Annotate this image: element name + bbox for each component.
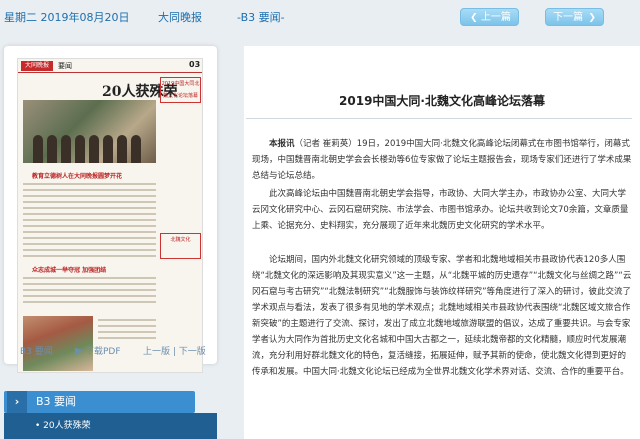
divider <box>246 118 632 119</box>
thumbnail-page-number: 03 <box>189 60 201 69</box>
section-article-link[interactable]: • 20人获殊荣 <box>35 418 91 431</box>
thumbnail-sidebar: 2019中国大同北魏文化论坛落幕 北魏文化 <box>160 77 201 365</box>
prev-article-label: 上一篇 <box>480 12 511 23</box>
paper-name: 大同晚报 <box>158 11 202 24</box>
download-pdf-label: 下载PDF <box>85 347 121 357</box>
chevron-left-icon: ❮ <box>470 13 478 23</box>
article-title: 2019中国大同·北魏文化高峰论坛落幕 <box>339 94 545 108</box>
thumbnail-red-heading: 众志成城一举夺冠 加强团结 <box>32 267 107 274</box>
newspaper-page-thumbnail[interactable]: 大同晚报 要闻 03 20人获殊荣 2019中国大同北魏文化论坛落幕 北魏文化 … <box>17 58 203 373</box>
thumbnail-sidebar-tag: 2019中国大同北魏文化论坛落幕 <box>160 77 201 103</box>
thumbnail-red-heading: 教育立德树人在大同晚报圆梦开花 <box>32 173 123 180</box>
thumbnail-photo-group <box>23 100 156 163</box>
page-nav-links[interactable]: 上一版 | 下一版 <box>143 344 206 357</box>
thumbnail-page-type: 要闻 <box>58 62 72 70</box>
chevron-right-icon: › <box>7 391 27 413</box>
article-paragraph: 本报讯（记者 崔莉英）19日，2019中国大同·北魏文化高峰论坛闭幕式在市图书馆… <box>252 136 632 184</box>
section-panel: › B3 要闻 • 20人获殊荣 <box>4 391 217 439</box>
article-paragraph-text: （记者 崔莉英）19日，2019中国大同·北魏文化高峰论坛闭幕式在市图书馆举行，… <box>252 139 632 181</box>
section-article-list: • 20人获殊荣 <box>4 413 217 439</box>
prev-article-button[interactable]: ❮ 上一篇 <box>460 8 519 26</box>
article-paragraph: 此次高峰论坛由中国魏晋南北朝史学会指导，市政协、大同大学主办，市政协办公室、大同… <box>252 189 629 231</box>
download-pdf-button[interactable]: 下载PDF <box>75 344 121 357</box>
newspaper-logo: 大同晚报 <box>21 61 53 71</box>
current-page-link[interactable]: B3 要闻 <box>20 344 53 357</box>
page-tools: B3 要闻 下载PDF 上一版 | 下一版 <box>4 342 217 364</box>
issue-date: 星期二 2019年08月20日 <box>4 11 130 24</box>
page-preview-card: 大同晚报 要闻 03 20人获殊荣 2019中国大同北魏文化论坛落幕 北魏文化 … <box>4 46 217 373</box>
article-paragraph: 论坛期间，国内外北魏文化研究领域的顶级专家、学者和北魏地域相关市县政协代表120… <box>252 255 632 377</box>
section-header-label: B3 要闻 <box>36 395 77 408</box>
article-panel: 2019中国大同·北魏文化高峰论坛落幕 本报讯（记者 崔莉英）19日，2019中… <box>244 46 640 439</box>
article-lead: 本报讯 <box>269 139 295 149</box>
next-article-button[interactable]: 下一篇 ❯ <box>545 8 604 26</box>
section-header[interactable]: › B3 要闻 <box>4 391 195 413</box>
top-bar: 星期二 2019年08月20日 大同晚报 -B3 要闻- ❮ 上一篇 下一篇 ❯ <box>0 0 640 38</box>
chevron-right-icon: ❯ <box>588 13 596 23</box>
thumbnail-header: 大同晚报 要闻 03 <box>18 59 202 73</box>
download-icon <box>75 347 83 356</box>
page-label: -B3 要闻- <box>237 11 285 24</box>
thumbnail-sidebar-tag: 北魏文化 <box>160 233 201 259</box>
next-article-label: 下一篇 <box>553 12 584 23</box>
